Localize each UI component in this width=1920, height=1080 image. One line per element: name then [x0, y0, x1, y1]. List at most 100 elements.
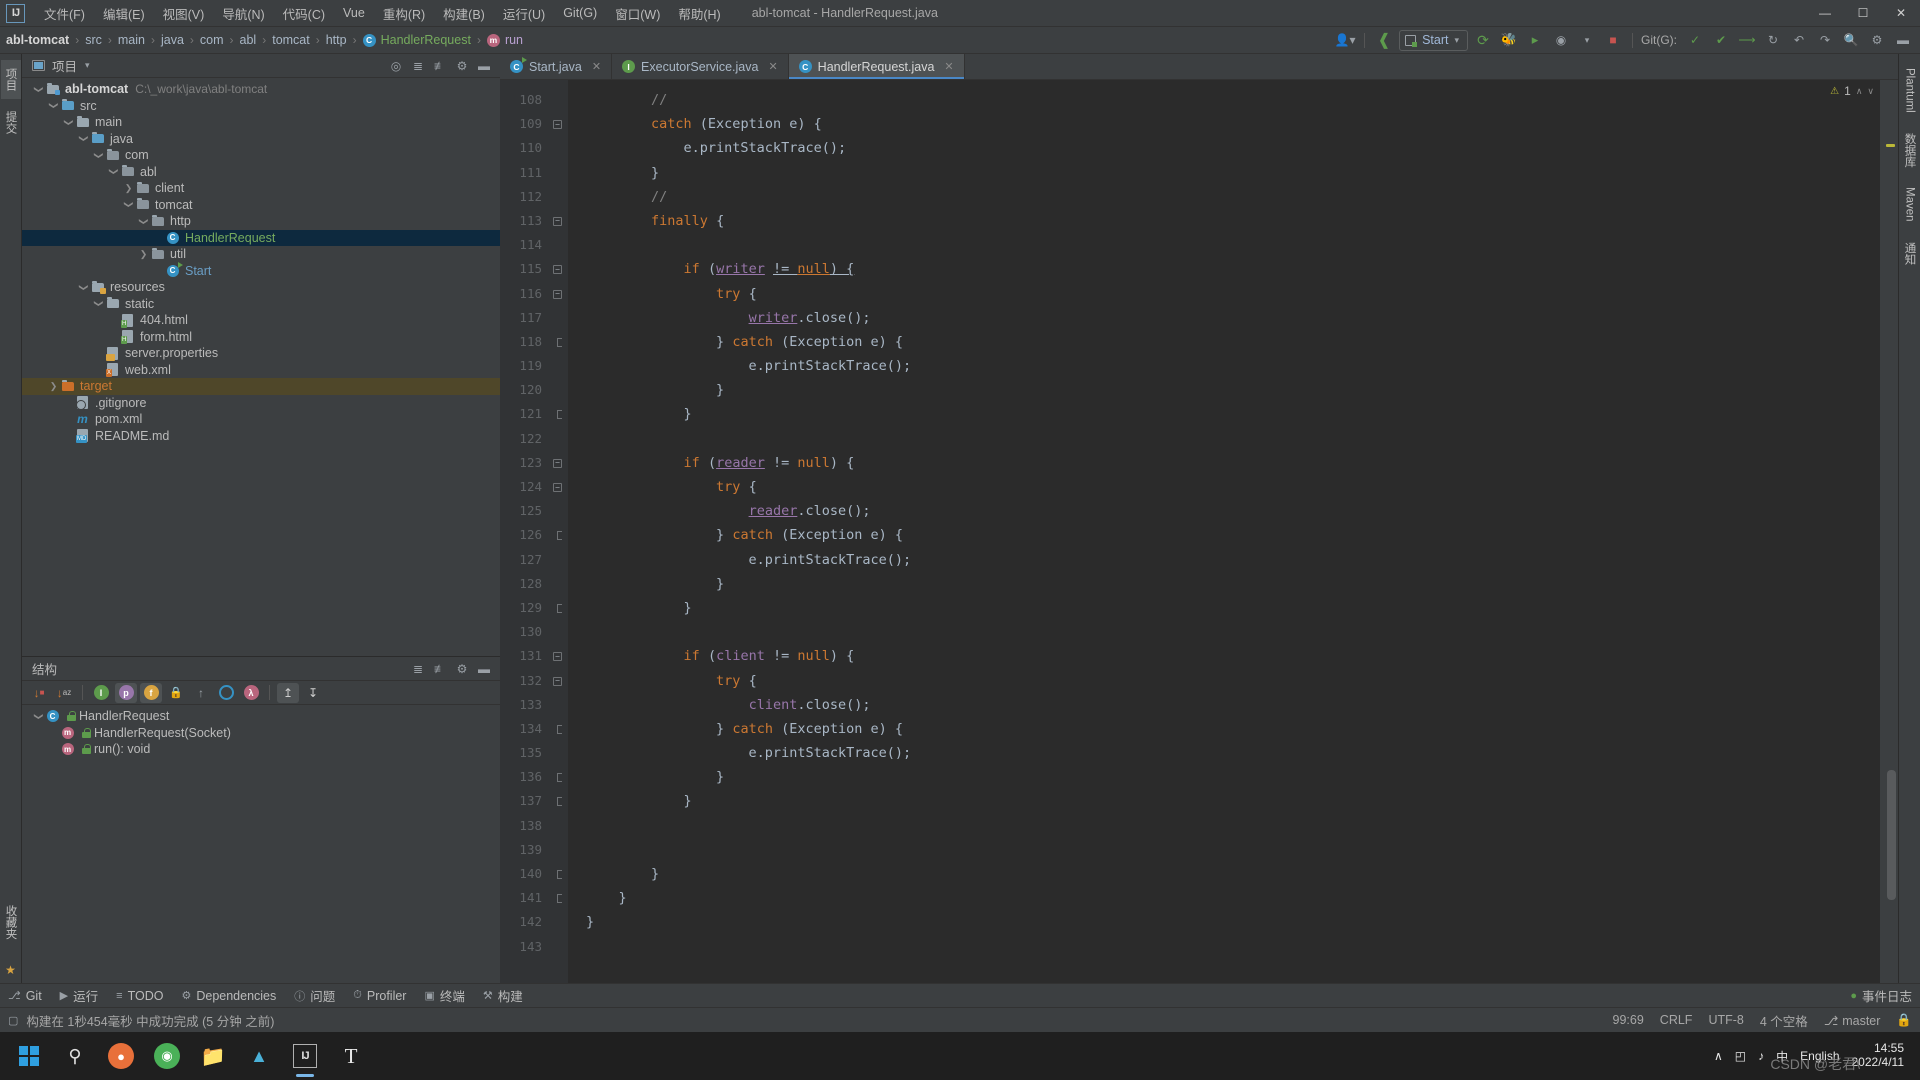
- breadcrumb-item-com[interactable]: com: [200, 33, 224, 47]
- chevron-down-icon[interactable]: ❯: [138, 215, 149, 228]
- code-line[interactable]: //: [568, 185, 1880, 209]
- group-methods-icon[interactable]: ↑: [190, 683, 212, 703]
- line-number[interactable]: 132−: [500, 669, 568, 693]
- panel-settings-icon[interactable]: ⚙: [452, 56, 472, 75]
- menu-edit[interactable]: 编辑(E): [94, 1, 154, 26]
- sort-by-visibility-icon[interactable]: ↓ ■: [28, 683, 50, 703]
- bottom-tab-build[interactable]: ⚒ 构建: [483, 986, 523, 1005]
- code-line[interactable]: }: [568, 572, 1880, 596]
- more-run-options-icon[interactable]: ▾: [1576, 30, 1598, 51]
- bottom-tab-git[interactable]: ⎇ Git: [8, 989, 42, 1003]
- fold-end-icon[interactable]: [553, 724, 562, 734]
- project-tree[interactable]: ❯ abl-tomcat C:\_work\java\abl-tomcat ❯ src ❯…: [22, 78, 500, 656]
- fold-end-icon[interactable]: [553, 337, 562, 347]
- editor-scrollbar[interactable]: [1880, 80, 1898, 983]
- code-line[interactable]: }: [568, 862, 1880, 886]
- code-line[interactable]: }: [568, 789, 1880, 813]
- line-number[interactable]: 111: [500, 161, 568, 185]
- taskbar-intellij[interactable]: IJ: [282, 1033, 328, 1079]
- code-line[interactable]: [568, 233, 1880, 257]
- code-line[interactable]: }: [568, 402, 1880, 426]
- fold-expanded-icon[interactable]: −: [553, 289, 562, 299]
- code-line[interactable]: } catch (Exception e) {: [568, 523, 1880, 547]
- collapse-all-structure-icon[interactable]: ↧: [302, 683, 324, 703]
- tree-node[interactable]: ❯ static: [22, 296, 500, 313]
- code-line[interactable]: [568, 838, 1880, 862]
- profiler-button[interactable]: ◉: [1550, 30, 1572, 51]
- structure-hide-icon[interactable]: ▬: [474, 659, 494, 678]
- line-number[interactable]: 143: [500, 935, 568, 959]
- git-history-icon[interactable]: ↻: [1762, 30, 1784, 51]
- code-line[interactable]: e.printStackTrace();: [568, 741, 1880, 765]
- tree-node[interactable]: · server.properties: [22, 345, 500, 362]
- run-configuration-selector[interactable]: Start ▾: [1399, 29, 1468, 51]
- warning-marker[interactable]: [1886, 144, 1895, 147]
- line-number[interactable]: 110: [500, 136, 568, 160]
- taskbar-search-button[interactable]: ⚲: [52, 1033, 98, 1079]
- search-everywhere-icon[interactable]: ❰: [1373, 30, 1395, 51]
- maximize-button[interactable]: ☐: [1844, 0, 1882, 26]
- breadcrumb-item-main[interactable]: main: [118, 33, 145, 47]
- line-number[interactable]: 126: [500, 523, 568, 547]
- line-number[interactable]: 137: [500, 789, 568, 813]
- chevron-right-icon[interactable]: ❯: [122, 183, 135, 194]
- menu-navigate[interactable]: 导航(N): [213, 1, 273, 26]
- fold-end-icon[interactable]: [553, 531, 562, 541]
- line-number[interactable]: 114: [500, 233, 568, 257]
- tray-chevron-icon[interactable]: ∧: [1714, 1049, 1723, 1063]
- chevron-down-icon[interactable]: ❯: [93, 149, 104, 162]
- code-line[interactable]: if (reader != null) {: [568, 451, 1880, 475]
- redo-icon[interactable]: ↷: [1814, 30, 1836, 51]
- tree-node[interactable]: ·C HandlerRequest: [22, 229, 500, 246]
- bottom-tab-todo[interactable]: ≡ TODO: [116, 989, 163, 1003]
- close-tab-icon[interactable]: ✕: [944, 60, 953, 73]
- code-line[interactable]: }: [568, 910, 1880, 934]
- sidebar-item-maven[interactable]: Maven: [1902, 179, 1918, 230]
- line-number[interactable]: 116−: [500, 282, 568, 306]
- tree-node[interactable]: · web.xml: [22, 362, 500, 379]
- menu-file[interactable]: 文件(F): [35, 1, 94, 26]
- fold-end-icon[interactable]: [553, 410, 562, 420]
- tree-node[interactable]: ·m pom.xml: [22, 411, 500, 428]
- hide-panel-icon[interactable]: ▬: [474, 56, 494, 75]
- line-number[interactable]: 125: [500, 499, 568, 523]
- code-line[interactable]: e.printStackTrace();: [568, 136, 1880, 160]
- fold-end-icon[interactable]: [553, 797, 562, 807]
- line-number[interactable]: 142: [500, 910, 568, 934]
- taskbar-chrome[interactable]: ◉: [144, 1033, 190, 1079]
- show-properties-icon[interactable]: p: [115, 682, 137, 703]
- fold-end-icon[interactable]: [553, 894, 562, 904]
- chevron-down-icon[interactable]: ❯: [78, 132, 89, 145]
- code-line[interactable]: client.close();: [568, 693, 1880, 717]
- code-line[interactable]: [568, 620, 1880, 644]
- stop-button[interactable]: ■: [1602, 30, 1624, 51]
- bottom-tab-terminal[interactable]: ▣ 终端: [424, 986, 464, 1005]
- code-line[interactable]: e.printStackTrace();: [568, 354, 1880, 378]
- line-number[interactable]: 134: [500, 717, 568, 741]
- menu-build[interactable]: 构建(B): [434, 1, 494, 26]
- fold-end-icon[interactable]: [553, 603, 562, 613]
- editor-tab[interactable]: C HandlerRequest.java ✕: [788, 54, 965, 79]
- structure-collapse-all-icon[interactable]: ≣: [408, 659, 428, 678]
- line-number[interactable]: 136: [500, 765, 568, 789]
- event-log-button[interactable]: ● 事件日志: [1850, 986, 1912, 1005]
- code-line[interactable]: } catch (Exception e) {: [568, 717, 1880, 741]
- line-number[interactable]: 138: [500, 814, 568, 838]
- tree-node[interactable]: ❯ src: [22, 98, 500, 115]
- code-line[interactable]: reader.close();: [568, 499, 1880, 523]
- sidebar-item-database[interactable]: 数据库: [1900, 125, 1920, 176]
- fold-expanded-icon[interactable]: −: [553, 265, 562, 275]
- breadcrumb-item-handlerrequest[interactable]: C HandlerRequest: [362, 33, 471, 47]
- file-encoding[interactable]: UTF-8: [1708, 1013, 1743, 1027]
- tree-node[interactable]: ❯ http: [22, 213, 500, 230]
- settings-gear-icon[interactable]: ⚙: [1866, 30, 1888, 51]
- collapse-all-icon[interactable]: ≣: [408, 56, 428, 75]
- tree-node[interactable]: · form.html: [22, 329, 500, 346]
- menu-run[interactable]: 运行(U): [494, 1, 554, 26]
- minimize-button[interactable]: —: [1806, 0, 1844, 26]
- run-with-coverage-button[interactable]: ▸: [1524, 30, 1546, 51]
- code-line[interactable]: }: [568, 378, 1880, 402]
- line-number[interactable]: 128: [500, 572, 568, 596]
- code-line[interactable]: } catch (Exception e) {: [568, 330, 1880, 354]
- line-number[interactable]: 121: [500, 402, 568, 426]
